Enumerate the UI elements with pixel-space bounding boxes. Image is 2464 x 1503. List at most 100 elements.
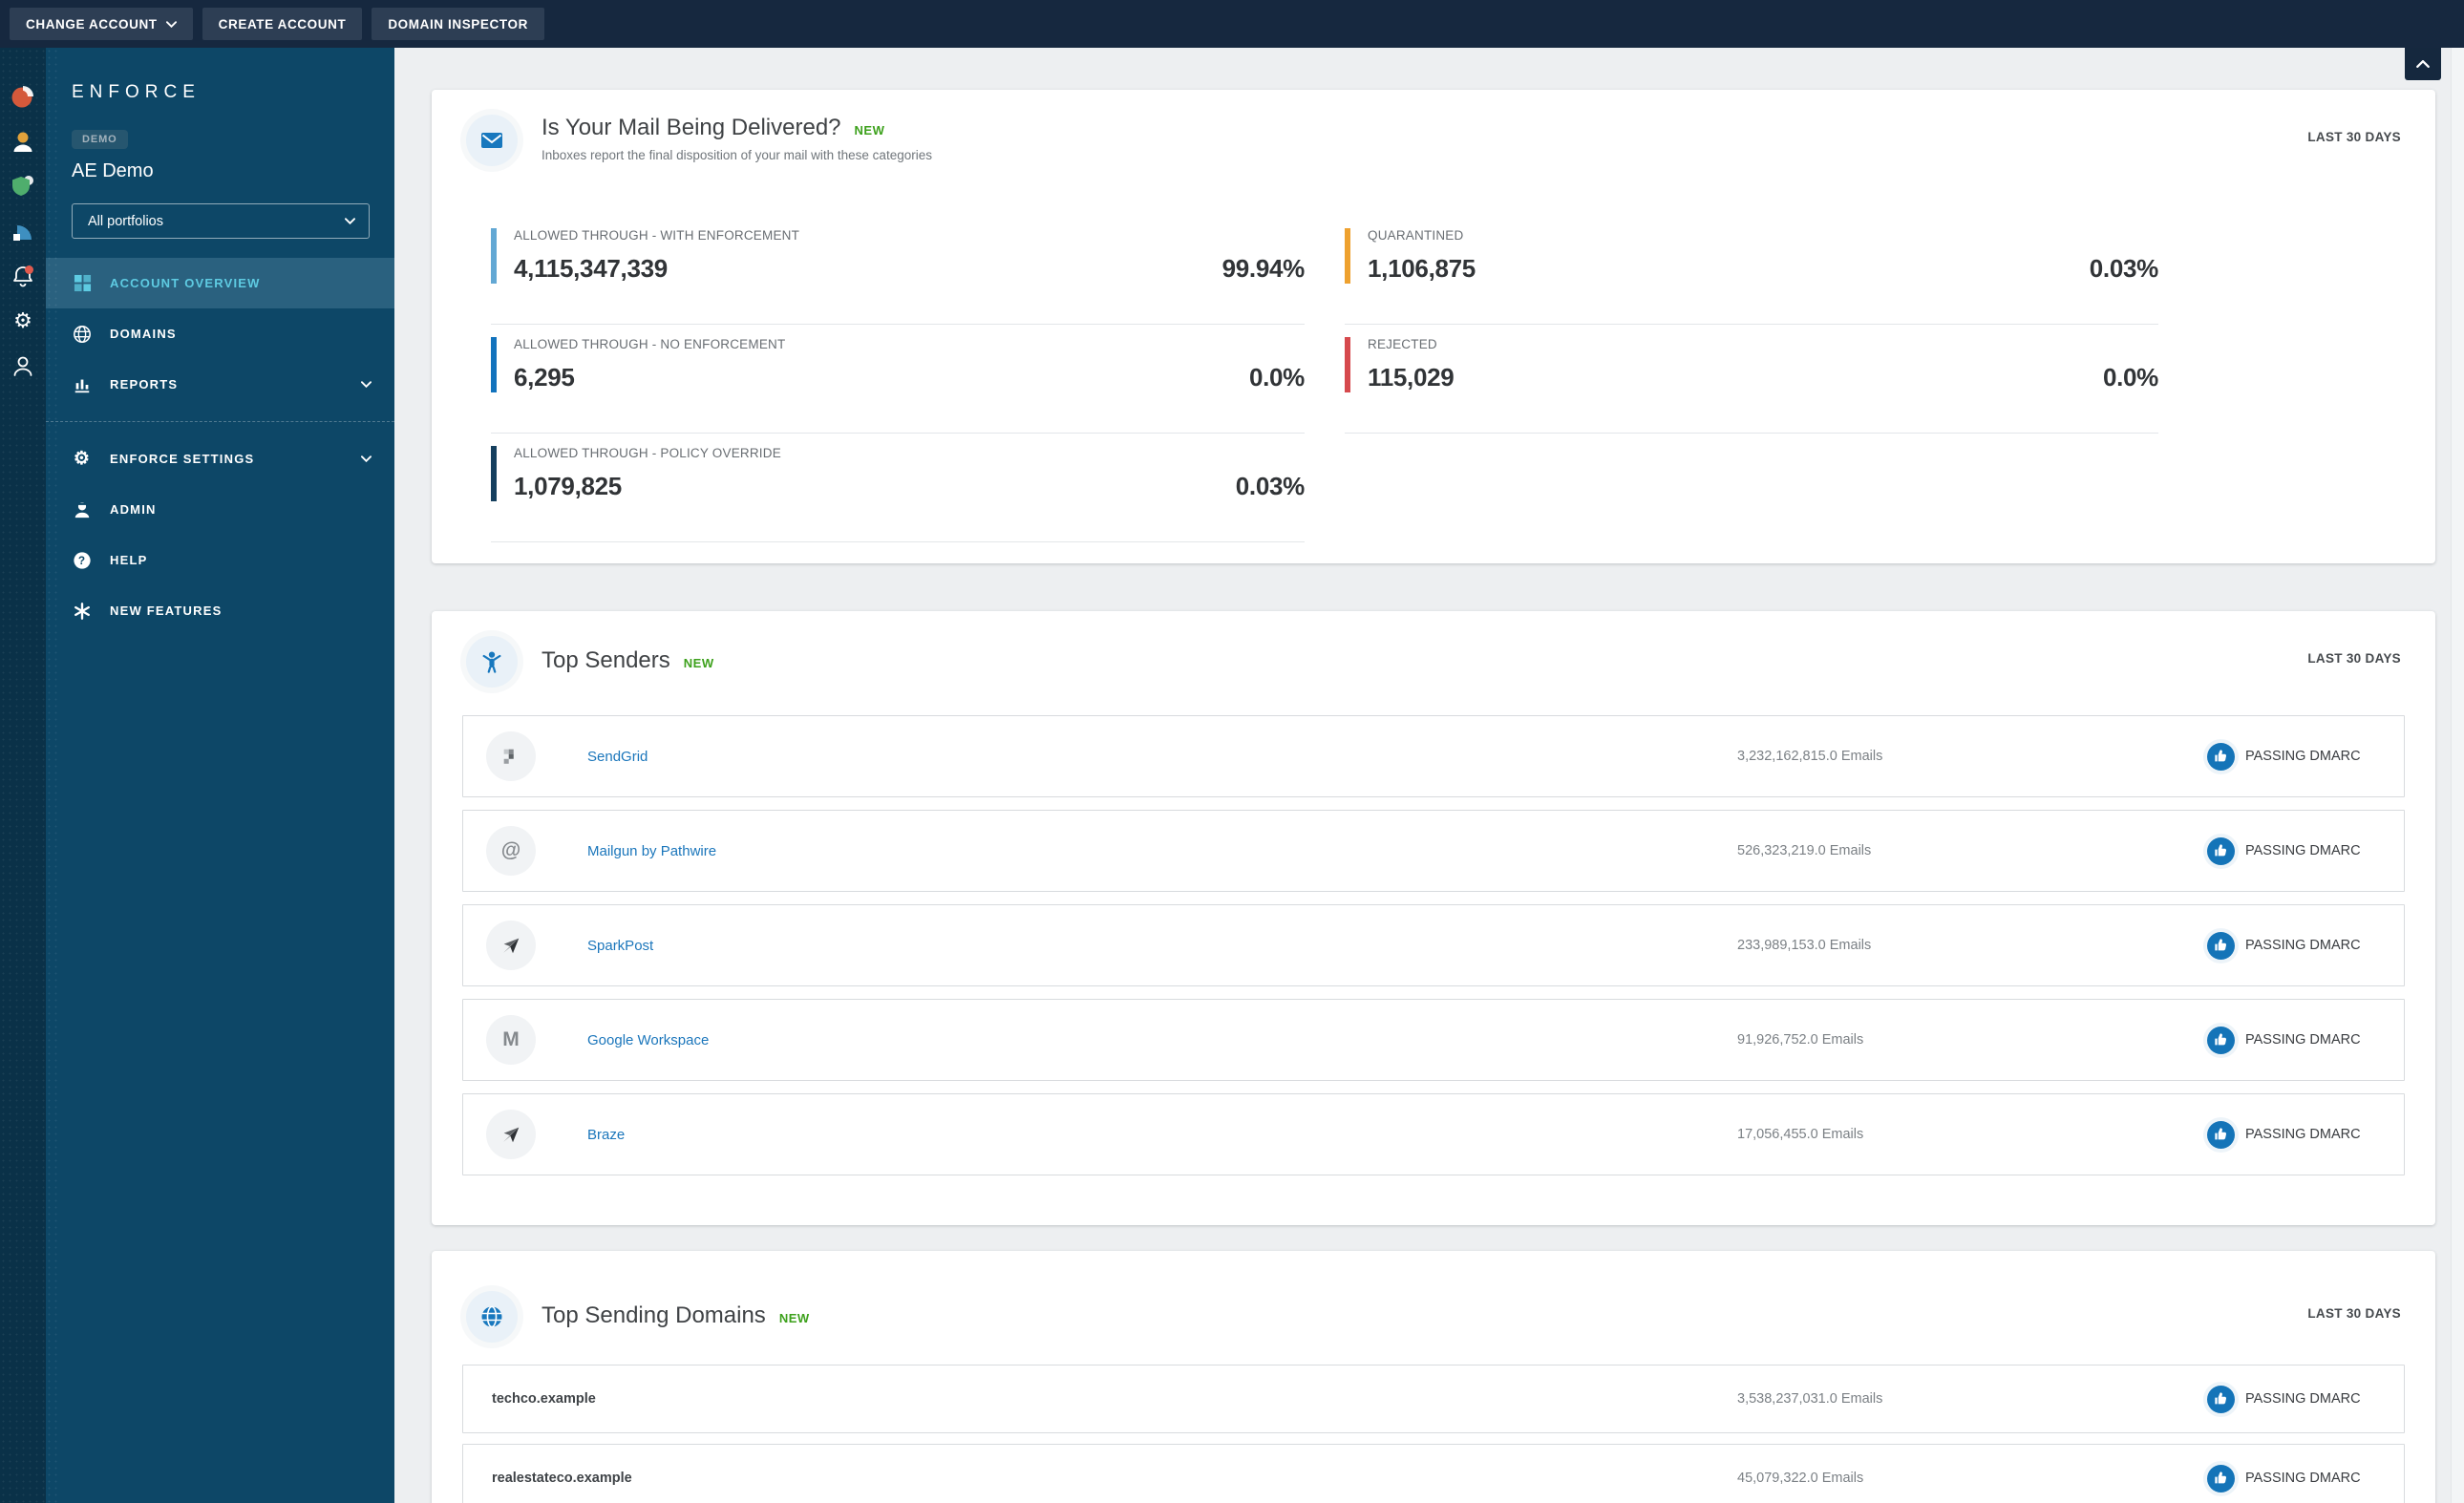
stat-value: 4,115,347,339 — [514, 254, 668, 283]
sender-list: SendGrid 3,232,162,815.0 Emails PASSING … — [462, 715, 2405, 1175]
sender-link[interactable]: Google Workspace — [587, 1032, 1737, 1048]
reports-fan-icon[interactable] — [11, 219, 35, 243]
scroll-to-top-button[interactable] — [2405, 48, 2441, 80]
email-count: 3,538,237,031.0 Emails — [1737, 1391, 1883, 1407]
dmarc-status-label: PASSING DMARC — [2245, 1032, 2361, 1048]
domain-name: realestateco.example — [492, 1471, 632, 1486]
sender-row: SendGrid 3,232,162,815.0 Emails PASSING … — [462, 715, 2405, 797]
stat-rejected: REJECTED 115,029 0.0% — [1345, 325, 2158, 434]
dmarc-status-badge: PASSING DMARC — [2207, 931, 2389, 960]
shield-icon[interactable] — [11, 174, 35, 199]
sendgrid-logo-icon — [486, 731, 536, 781]
thumbs-up-icon — [2207, 1120, 2235, 1149]
card-subtitle: Inboxes report the final disposition of … — [542, 148, 932, 162]
chevron-down-icon — [166, 21, 177, 28]
account-name: AE Demo — [72, 160, 154, 181]
profile-person-icon[interactable] — [11, 353, 35, 378]
sidebar-divider — [46, 421, 394, 422]
stat-percent: 0.0% — [2102, 363, 2158, 392]
icon-rail: ⚙ — [0, 48, 46, 1503]
person-icon — [72, 499, 93, 520]
sidebar-item-admin[interactable]: ADMIN — [46, 484, 394, 535]
thumbs-up-icon — [2207, 742, 2235, 771]
thumbs-up-icon — [2207, 1385, 2235, 1413]
domain-row: realestateco.example 45,079,322.0 Emails… — [462, 1444, 2405, 1503]
sender-row: Braze 17,056,455.0 Emails PASSING DMARC — [462, 1093, 2405, 1175]
notifications-bell-icon[interactable] — [11, 264, 35, 288]
sidebar-item-new-features[interactable]: NEW FEATURES — [46, 585, 394, 636]
stat-percent: 0.0% — [1248, 363, 1305, 392]
dmarc-status-badge: PASSING DMARC — [2207, 1026, 2389, 1054]
stat-label: ALLOWED THROUGH - WITH ENFORCEMENT — [514, 228, 800, 243]
domain-inspector-label: DOMAIN INSPECTOR — [388, 16, 528, 32]
stat-label: REJECTED — [1368, 337, 1437, 351]
stat-quarantined: QUARANTINED 1,106,875 0.03% — [1345, 216, 2158, 325]
dmarc-status-label: PASSING DMARC — [2245, 1471, 2361, 1486]
stat-label: QUARANTINED — [1368, 228, 1464, 243]
sender-row: @ Mailgun by Pathwire 526,323,219.0 Emai… — [462, 810, 2405, 892]
chevron-down-icon — [345, 218, 355, 224]
new-badge: NEW — [854, 123, 885, 138]
domain-inspector-button[interactable]: DOMAIN INSPECTOR — [372, 8, 544, 40]
email-count: 45,079,322.0 Emails — [1737, 1471, 1864, 1486]
sidebar-item-account-overview[interactable]: ACCOUNT OVERVIEW — [46, 258, 394, 308]
globe-icon — [466, 1291, 518, 1343]
card-title: Top Senders — [542, 647, 670, 673]
change-account-button[interactable]: CHANGE ACCOUNT — [10, 8, 193, 40]
delivery-card: Is Your Mail Being Delivered? NEW Inboxe… — [432, 90, 2435, 563]
sidebar-item-label: ADMIN — [110, 502, 157, 517]
stat-value: 1,106,875 — [1368, 254, 1476, 283]
portfolio-selected-value: All portfolios — [88, 213, 163, 229]
gear-icon: ⚙ — [73, 448, 92, 469]
sidebar-item-enforce-settings[interactable]: ⚙ ENFORCE SETTINGS — [46, 434, 394, 484]
stat-allowed-no-enforcement: ALLOWED THROUGH - NO ENFORCEMENT 6,295 0… — [491, 325, 1305, 434]
new-badge: NEW — [683, 656, 714, 670]
scrollbar[interactable] — [2451, 48, 2464, 1503]
sidebar-item-help[interactable]: ? HELP — [46, 535, 394, 585]
change-account-label: CHANGE ACCOUNT — [26, 16, 158, 32]
sidebar: ENFORCE DEMO AE Demo All portfolios ACCO… — [46, 48, 394, 1503]
sender-link[interactable]: Mailgun by Pathwire — [587, 843, 1737, 859]
globe-icon — [72, 324, 93, 345]
email-count: 526,323,219.0 Emails — [1737, 843, 1872, 858]
envelope-icon — [466, 115, 518, 166]
sidebar-item-reports[interactable]: REPORTS — [46, 359, 394, 410]
main-content: Is Your Mail Being Delivered? NEW Inboxe… — [394, 48, 2464, 1503]
stat-value: 115,029 — [1368, 363, 1455, 392]
email-count: 3,232,162,815.0 Emails — [1737, 749, 1883, 764]
thumbs-up-icon — [2207, 1026, 2235, 1054]
dmarc-status-label: PASSING DMARC — [2245, 1391, 2361, 1407]
braze-logo-icon — [486, 1110, 536, 1159]
domain-list: techco.example 3,538,237,031.0 Emails PA… — [462, 1365, 2405, 1503]
create-account-button[interactable]: CREATE ACCOUNT — [202, 8, 363, 40]
sender-link[interactable]: SparkPost — [587, 938, 1737, 954]
thumbs-up-icon — [2207, 931, 2235, 960]
create-account-label: CREATE ACCOUNT — [218, 16, 347, 32]
settings-gear-icon[interactable]: ⚙ — [11, 308, 35, 333]
stat-empty-cell — [1345, 434, 2158, 542]
portfolio-select[interactable]: All portfolios — [72, 203, 370, 239]
thumbs-up-icon — [2207, 1464, 2235, 1492]
sidebar-item-domains[interactable]: DOMAINS — [46, 308, 394, 359]
enforce-logo: ENFORCE — [72, 82, 201, 102]
top-senders-card: Top Senders NEW LAST 30 DAYS SendGrid 3,… — [432, 611, 2435, 1225]
account-user-icon[interactable] — [11, 129, 35, 154]
top-sending-domains-card: Top Sending Domains NEW LAST 30 DAYS tec… — [432, 1251, 2435, 1503]
period-label: LAST 30 DAYS — [2307, 1306, 2401, 1321]
brand-logo-icon[interactable] — [11, 84, 35, 109]
chevron-up-icon — [2416, 60, 2430, 68]
grid-icon — [72, 273, 93, 294]
sidebar-item-label: DOMAINS — [110, 327, 177, 341]
sender-link[interactable]: Braze — [587, 1127, 1737, 1143]
dmarc-status-badge: PASSING DMARC — [2207, 1464, 2389, 1492]
dmarc-status-badge: PASSING DMARC — [2207, 742, 2389, 771]
chevron-down-icon — [361, 455, 372, 462]
stat-label: ALLOWED THROUGH - NO ENFORCEMENT — [514, 337, 786, 351]
thumbs-up-icon — [2207, 836, 2235, 865]
sender-link[interactable]: SendGrid — [587, 749, 1737, 765]
stat-value: 6,295 — [514, 363, 575, 392]
svg-text:?: ? — [78, 554, 86, 567]
email-count: 91,926,752.0 Emails — [1737, 1032, 1864, 1048]
domain-row: techco.example 3,538,237,031.0 Emails PA… — [462, 1365, 2405, 1433]
dmarc-status-badge: PASSING DMARC — [2207, 1385, 2389, 1413]
